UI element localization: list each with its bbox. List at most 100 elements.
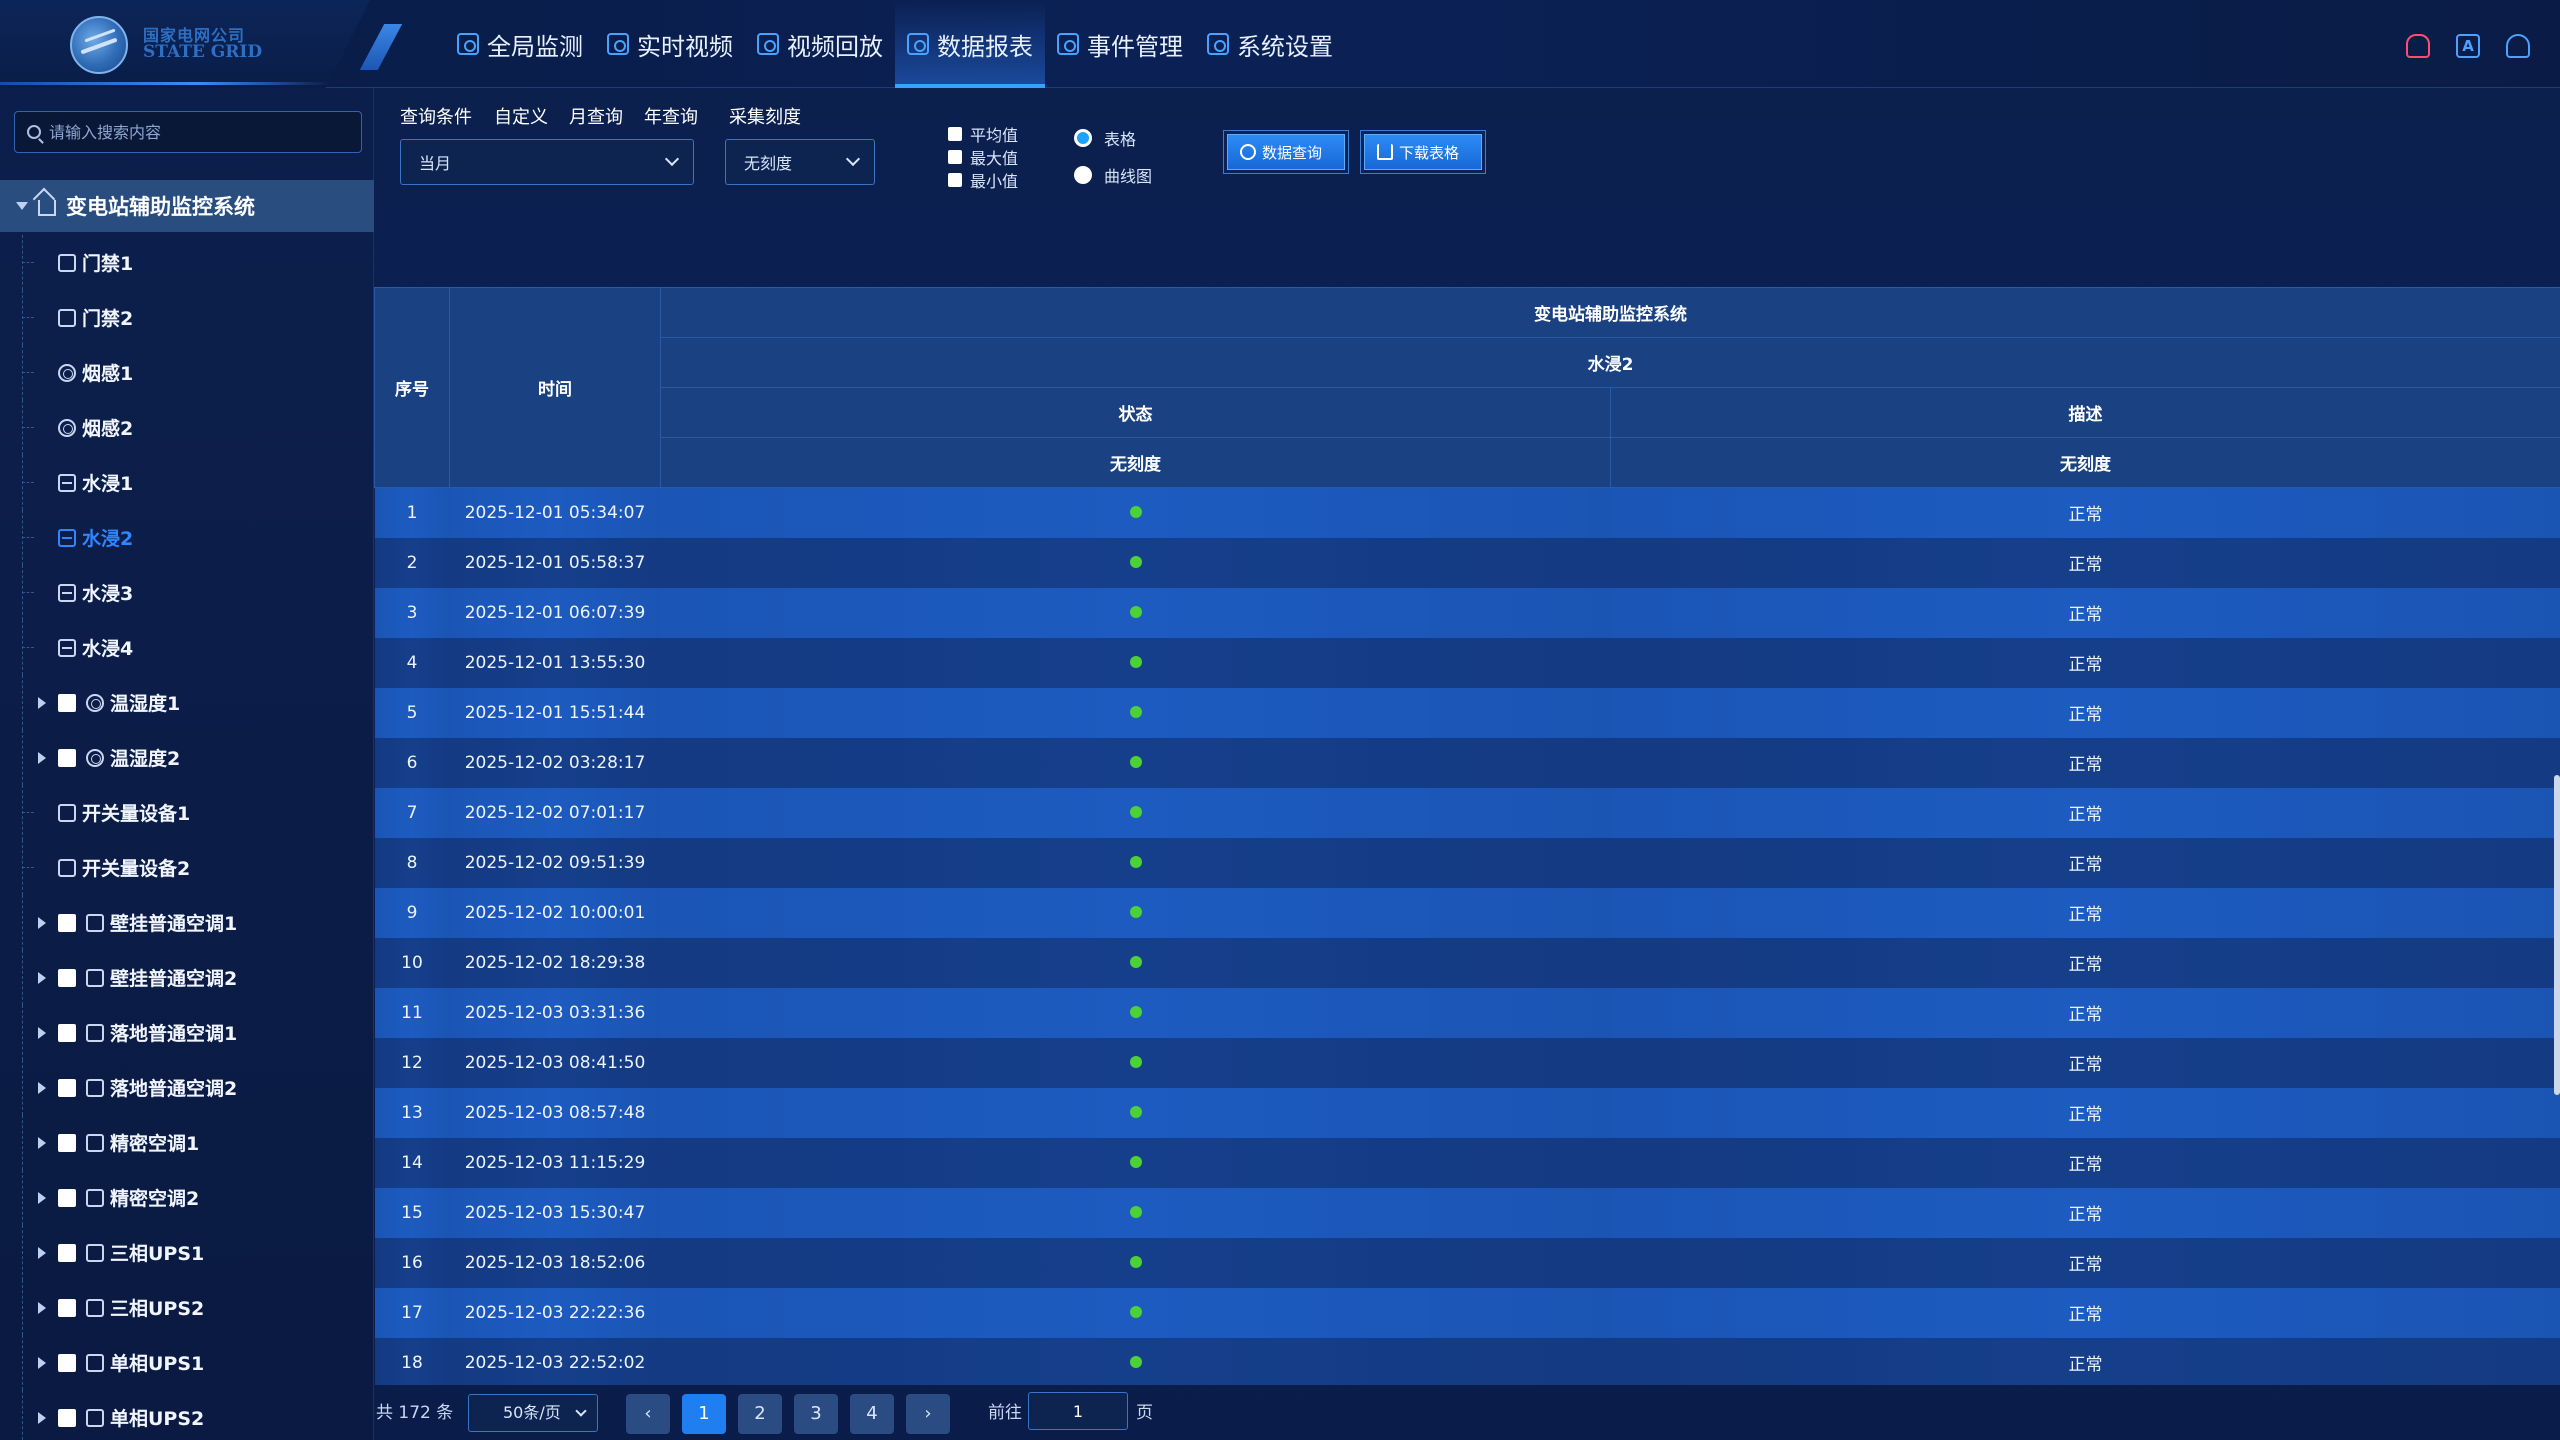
- font-icon[interactable]: A: [2456, 34, 2480, 58]
- chevron-right-icon[interactable]: [38, 1081, 46, 1094]
- avg-checkbox[interactable]: 平均值: [948, 122, 1018, 146]
- tree-item[interactable]: 水浸3: [0, 565, 374, 620]
- tree-item[interactable]: 水浸1: [0, 455, 374, 510]
- header-actions: A: [2406, 34, 2530, 58]
- tree-checkbox[interactable]: [58, 913, 76, 932]
- tab-month-query[interactable]: 月查询: [569, 103, 623, 129]
- tree-item[interactable]: 精密空调1: [0, 1115, 374, 1170]
- page-button-2[interactable]: 2: [738, 1394, 782, 1434]
- chevron-right-icon[interactable]: [38, 1136, 46, 1149]
- radio-curve[interactable]: 曲线图: [1074, 163, 1152, 187]
- tree-item[interactable]: 水浸4: [0, 620, 374, 675]
- chevron-right-icon[interactable]: [38, 1356, 46, 1369]
- video-icon: [607, 33, 629, 55]
- tab-year-query[interactable]: 年查询: [644, 103, 698, 129]
- chevron-right-icon[interactable]: [38, 751, 46, 764]
- table-row: 17 2025-12-03 22:22:36 正常: [374, 1287, 2560, 1338]
- chevron-right-icon[interactable]: [38, 1301, 46, 1314]
- tree-checkbox[interactable]: [58, 748, 76, 767]
- tree-item[interactable]: 门禁1: [0, 235, 374, 290]
- query-condition-label: 查询条件: [400, 107, 472, 128]
- prev-page-button[interactable]: ‹: [626, 1394, 670, 1434]
- tree-checkbox[interactable]: [58, 1243, 76, 1262]
- chevron-right-icon[interactable]: [38, 1246, 46, 1259]
- page-button-4[interactable]: 4: [850, 1394, 894, 1434]
- tree-item[interactable]: 单相UPS1: [0, 1335, 374, 1390]
- tree-item[interactable]: 落地普通空调1: [0, 1005, 374, 1060]
- row-index: 15: [374, 1187, 450, 1238]
- tree-item[interactable]: 开关量设备2: [0, 840, 374, 895]
- tree-checkbox[interactable]: [58, 1188, 76, 1207]
- query-button[interactable]: 数据查询: [1227, 134, 1345, 170]
- nav-global-monitor[interactable]: 全局监测: [445, 0, 595, 88]
- search-input[interactable]: [49, 122, 349, 142]
- tree-item[interactable]: 单相UPS2: [0, 1390, 374, 1440]
- tree-item[interactable]: 壁挂普通空调1: [0, 895, 374, 950]
- tree-checkbox[interactable]: [58, 1353, 76, 1372]
- row-status: [660, 487, 1611, 538]
- radio-table[interactable]: 表格: [1074, 126, 1136, 150]
- tree-root[interactable]: 变电站辅助监控系统: [0, 180, 374, 232]
- tree-checkbox[interactable]: [58, 1023, 76, 1042]
- main-nav: 全局监测 实时视频 视频回放 数据报表 事件管理 系统设置: [445, 0, 1345, 88]
- nav-system-settings[interactable]: 系统设置: [1195, 0, 1345, 88]
- tree-checkbox[interactable]: [58, 693, 76, 712]
- status-dot-icon: [1129, 855, 1142, 868]
- page-size-select[interactable]: 50条/页: [468, 1394, 598, 1432]
- nav-event-management[interactable]: 事件管理: [1045, 0, 1195, 88]
- page-button-1[interactable]: 1: [682, 1394, 726, 1434]
- chevron-right-icon[interactable]: [38, 1191, 46, 1204]
- tree-item[interactable]: 开关量设备1: [0, 785, 374, 840]
- tree-item[interactable]: 三相UPS1: [0, 1225, 374, 1280]
- chevron-right-icon[interactable]: [38, 696, 46, 709]
- tree-item-selected[interactable]: 水浸2: [0, 510, 374, 565]
- tree-item[interactable]: 烟感1: [0, 345, 374, 400]
- goto-page-input[interactable]: [1028, 1392, 1128, 1430]
- tree-item[interactable]: 温湿度2: [0, 730, 374, 785]
- page-button-3[interactable]: 3: [794, 1394, 838, 1434]
- download-button[interactable]: 下载表格: [1364, 134, 1482, 170]
- tree-checkbox[interactable]: [58, 1298, 76, 1317]
- tree-checkbox[interactable]: [58, 1078, 76, 1097]
- row-time: 2025-12-03 03:31:36: [449, 987, 661, 1038]
- chevron-down-icon: [575, 1405, 587, 1417]
- max-checkbox[interactable]: 最大值: [948, 145, 1018, 169]
- table-row: 15 2025-12-03 15:30:47 正常: [374, 1187, 2560, 1238]
- tree-item[interactable]: 烟感2: [0, 400, 374, 455]
- chevron-right-icon[interactable]: [38, 916, 46, 929]
- tree-item[interactable]: 三相UPS2: [0, 1280, 374, 1335]
- row-status: [660, 1337, 1611, 1385]
- tab-custom[interactable]: 自定义: [494, 103, 548, 129]
- tree-checkbox[interactable]: [58, 968, 76, 987]
- tree-item[interactable]: 精密空调2: [0, 1170, 374, 1225]
- user-icon[interactable]: [2506, 34, 2530, 58]
- tree-item[interactable]: 壁挂普通空调2: [0, 950, 374, 1005]
- row-time: 2025-12-01 06:07:39: [449, 587, 661, 638]
- tree-item[interactable]: 温湿度1: [0, 675, 374, 730]
- state-grid-logo-icon: [70, 16, 128, 74]
- chevron-down-icon[interactable]: [16, 202, 28, 210]
- alarm-icon[interactable]: [2406, 34, 2430, 58]
- group-device-header: 水浸2: [660, 337, 2560, 388]
- next-page-button[interactable]: ›: [906, 1394, 950, 1434]
- table-scrollbar[interactable]: [2554, 775, 2560, 1095]
- chevron-right-icon[interactable]: [38, 971, 46, 984]
- scale-select[interactable]: 无刻度: [725, 139, 875, 185]
- door-icon: [58, 308, 76, 327]
- chevron-right-icon[interactable]: [38, 1026, 46, 1039]
- tree-item[interactable]: 门禁2: [0, 290, 374, 345]
- chevron-right-icon[interactable]: [38, 1411, 46, 1424]
- tree-checkbox[interactable]: [58, 1408, 76, 1427]
- row-desc: 正常: [1610, 1287, 2560, 1338]
- nav-data-report[interactable]: 数据报表: [895, 0, 1045, 88]
- row-index: 7: [374, 787, 450, 838]
- period-select[interactable]: 当月: [400, 139, 694, 185]
- tree-item[interactable]: 落地普通空调2: [0, 1060, 374, 1115]
- tree-checkbox[interactable]: [58, 1133, 76, 1152]
- nav-video-replay[interactable]: 视频回放: [745, 0, 895, 88]
- min-checkbox[interactable]: 最小值: [948, 168, 1018, 192]
- col-index-header: 序号: [374, 287, 450, 488]
- ups-icon: [86, 1353, 104, 1372]
- nav-live-video[interactable]: 实时视频: [595, 0, 745, 88]
- col-time-header: 时间: [449, 287, 661, 488]
